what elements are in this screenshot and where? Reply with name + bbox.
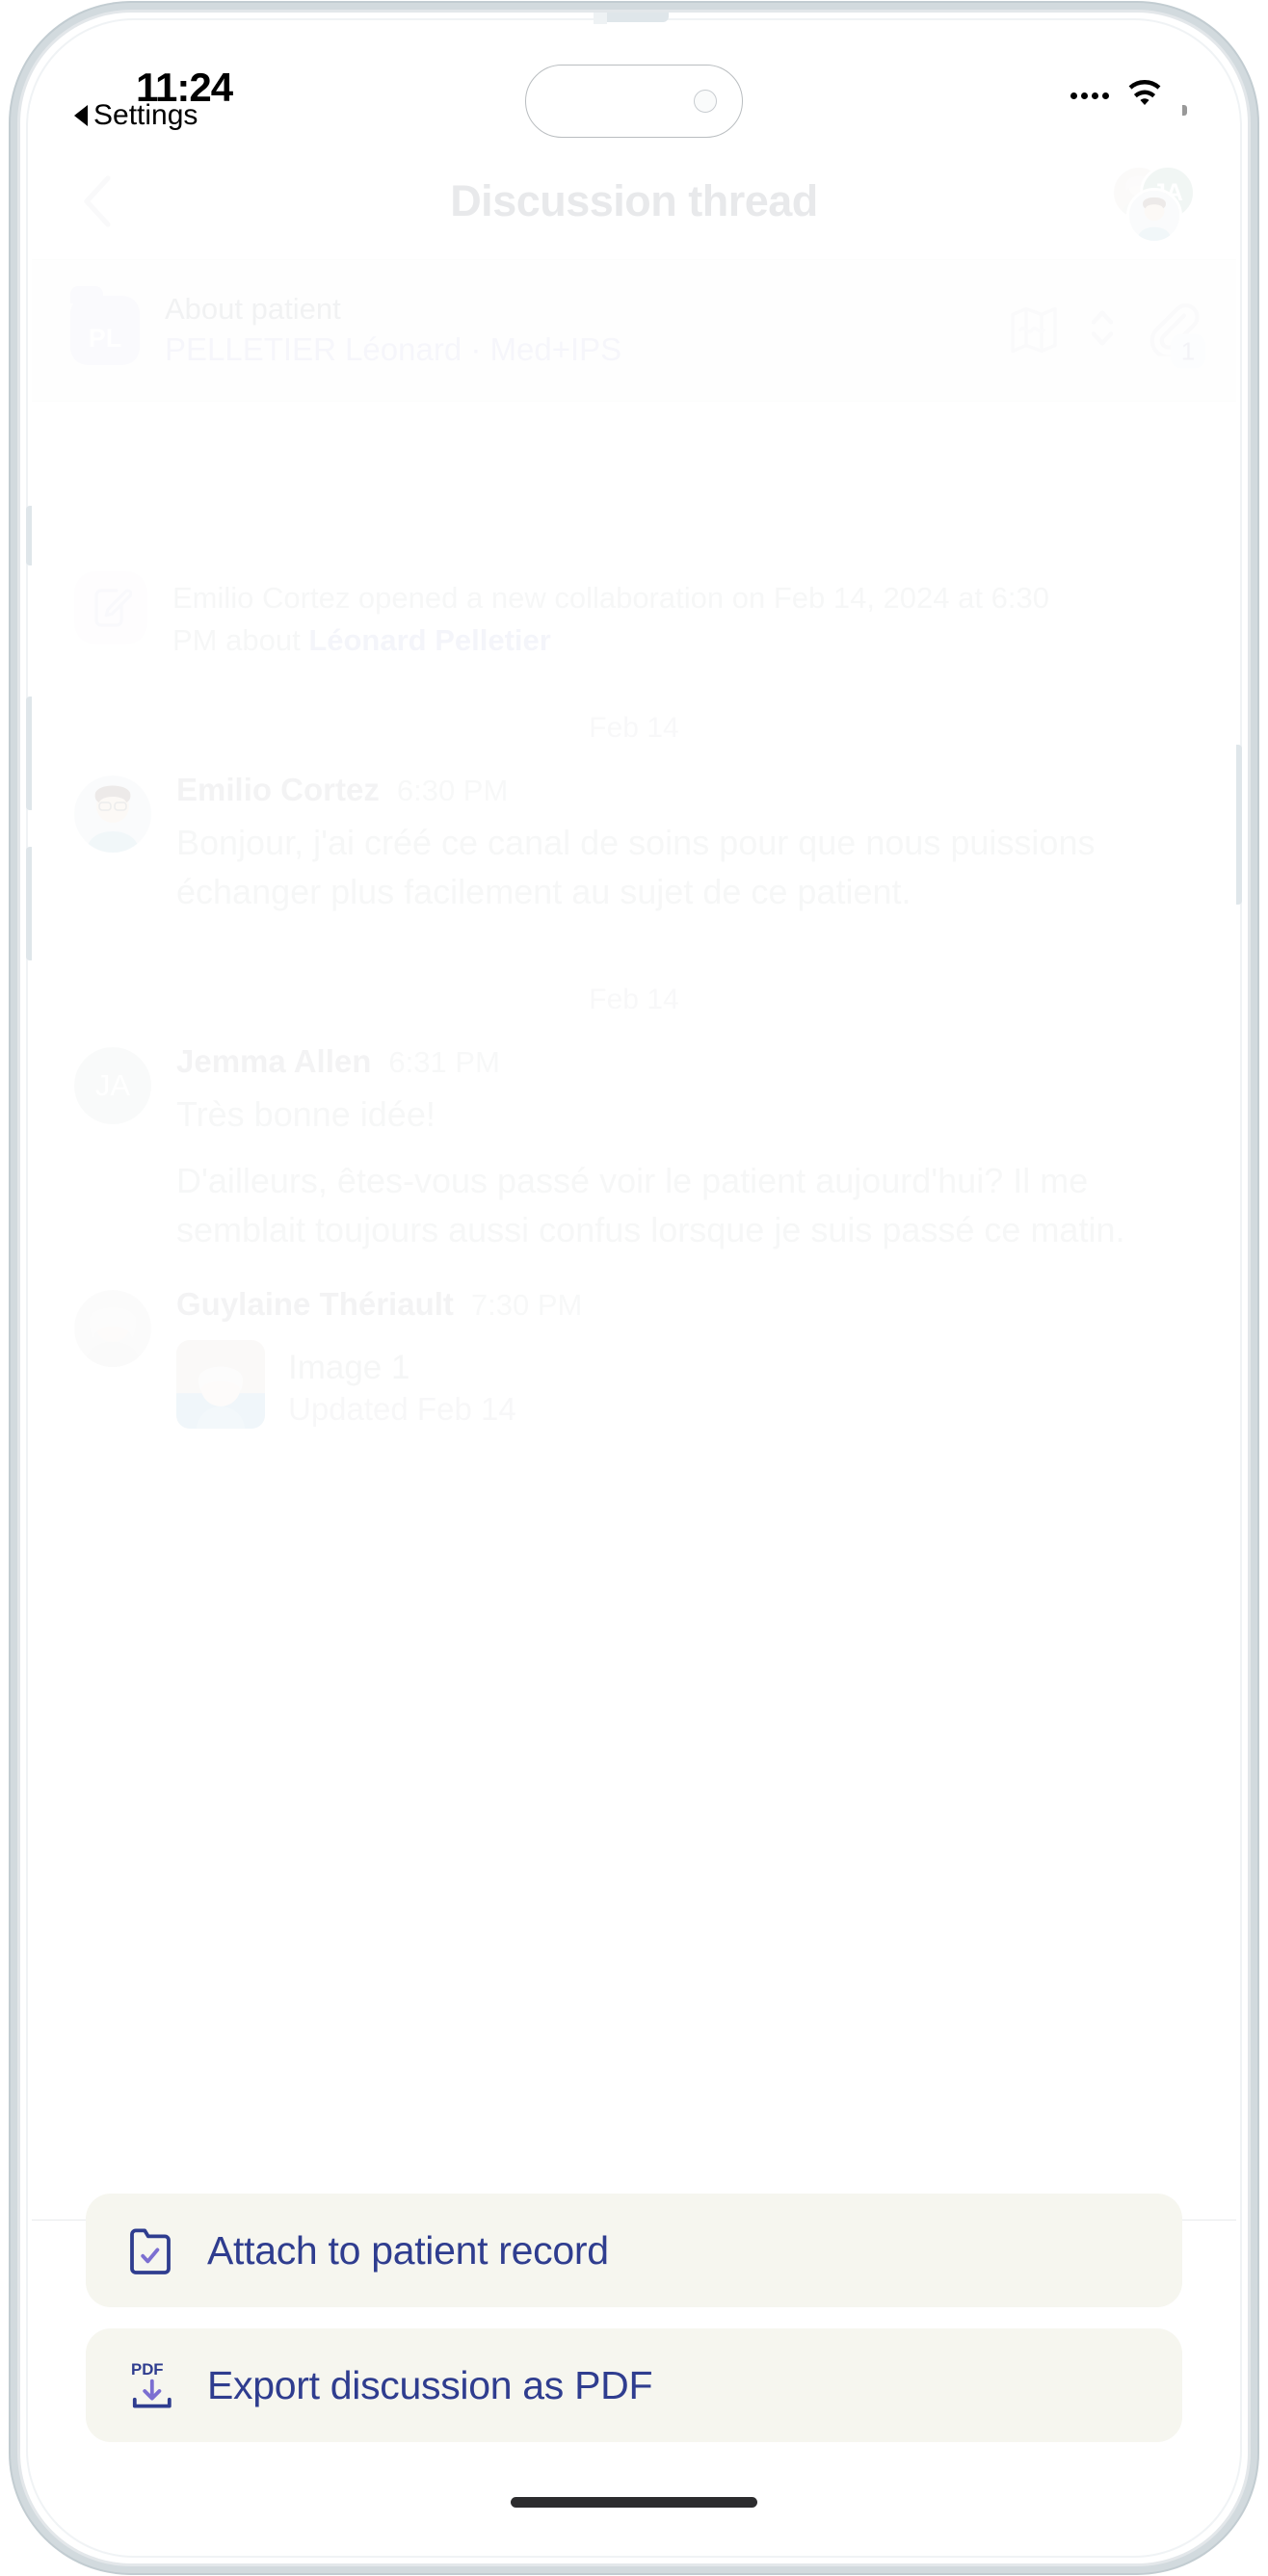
message-time: 6:31 PM (388, 1045, 500, 1080)
system-event-text: Emilio Cortez opened a new collaboration… (172, 571, 1078, 662)
wifi-icon (1124, 79, 1165, 113)
export-discussion-as-pdf-button[interactable]: PDF Export discussion as PDF (86, 2328, 1182, 2442)
message-body: Guylaine Thériault 7:30 PM Image 1 Updat… (176, 1286, 1194, 1431)
message-header: Emilio Cortez 6:30 PM (176, 772, 1194, 808)
message-item: JA Jemma Allen 6:31 PM Très bonne idée! … (74, 1043, 1194, 1272)
triangle-left-icon (74, 105, 88, 126)
care-plan-map-icon[interactable] (1007, 302, 1061, 360)
message-header: Guylaine Thériault 7:30 PM (176, 1286, 1194, 1323)
dimmed-content-layer: Discussion thread JA PL About patient PE… (32, 144, 1236, 2309)
date-separator: Feb 14 (589, 712, 679, 745)
message-header: Jemma Allen 6:31 PM (176, 1043, 1194, 1080)
status-bar: 11:24 Settings (32, 24, 1236, 144)
action-sheet: Attach to patient record PDF Export disc… (32, 2194, 1236, 2463)
patient-separator: · (470, 330, 482, 367)
patient-text-block: About patient PELLETIER Léonard · Med+IP… (165, 290, 621, 372)
message-body: Emilio Cortez 6:30 PM Bonjour, j'ai créé… (176, 772, 1194, 933)
attachment-subtitle: Updated Feb 14 (288, 1391, 516, 1428)
message-author: Emilio Cortez (176, 772, 380, 808)
message-author: Jemma Allen (176, 1043, 372, 1080)
patient-context-bar[interactable]: PL About patient PELLETIER Léonard · Med… (32, 259, 1236, 402)
attachment-name: Image 1 (288, 1348, 410, 1386)
note-edit-icon (74, 571, 147, 644)
patient-folder-icon: PL (70, 286, 140, 365)
phone-frame: 11:24 Settings Discussion thread JA PL A… (17, 10, 1251, 2566)
message-time: 6:30 PM (396, 774, 509, 808)
message-item: Emilio Cortez 6:30 PM Bonjour, j'ai créé… (74, 772, 1194, 933)
attachment-count-badge: 1 (1171, 333, 1205, 369)
patient-photo-thumb (176, 1339, 265, 1429)
message-text: Bonjour, j'ai créé ce canal de soins pou… (176, 823, 1096, 912)
page-title: Discussion thread (450, 176, 818, 225)
patient-name-line: PELLETIER Léonard · Med+IPS (165, 329, 621, 372)
message-text: D'ailleurs, êtes-vous passé voir le pati… (176, 1161, 1125, 1250)
message-time: 7:30 PM (470, 1287, 583, 1322)
cellular-dots-icon (1070, 92, 1109, 99)
discussion-thread: Emilio Cortez opened a new collaboration… (32, 571, 1236, 1431)
avatar-initials[interactable]: JA (74, 1047, 151, 1125)
patient-record-tag: Med+IPS (489, 330, 622, 367)
date-separator: Feb 14 (589, 984, 679, 1016)
status-icons (1070, 79, 1187, 116)
phone-screen: 11:24 Settings Discussion thread JA PL A… (32, 24, 1236, 2552)
attach-to-patient-record-label: Attach to patient record (207, 2227, 609, 2273)
attach-to-patient-record-button[interactable]: Attach to patient record (86, 2194, 1182, 2307)
frame-antenna-top (599, 13, 669, 22)
patient-folder-initials: PL (88, 324, 122, 353)
chevron-up-down-icon[interactable] (1086, 302, 1119, 360)
system-event-subject: Léonard Pelletier (308, 623, 551, 658)
message-body: Jemma Allen 6:31 PM Très bonne idée! D'a… (176, 1043, 1194, 1272)
message-text: Très bonne idée! (176, 1094, 436, 1135)
patient-about-label: About patient (165, 291, 341, 326)
patient-name: PELLETIER Léonard (165, 330, 462, 367)
back-to-settings-button[interactable]: Settings (74, 99, 198, 132)
patient-bar-actions: 1 (1007, 301, 1205, 369)
system-event-text-main: Emilio Cortez opened a new collaboration… (172, 581, 1049, 658)
avatar (1126, 188, 1182, 244)
system-event: Emilio Cortez opened a new collaboration… (74, 571, 1194, 662)
svg-text:PDF: PDF (131, 2360, 164, 2379)
pdf-download-icon: PDF (126, 2358, 178, 2412)
dynamic-island (525, 65, 743, 138)
navigation-bar: Discussion thread JA (32, 144, 1236, 259)
attachment-meta: Image 1 Updated Feb 14 (288, 1340, 516, 1431)
export-discussion-as-pdf-label: Export discussion as PDF (207, 2362, 653, 2407)
folder-check-icon (126, 2223, 178, 2277)
back-to-settings-label: Settings (93, 99, 198, 131)
front-camera-icon (694, 90, 717, 113)
avatar[interactable] (74, 775, 151, 854)
home-indicator[interactable] (511, 2497, 757, 2508)
attachment-item[interactable]: Image 1 Updated Feb 14 (176, 1339, 1194, 1431)
avatar[interactable] (74, 1289, 151, 1367)
attachments-button[interactable]: 1 (1144, 301, 1205, 369)
avatar-initials-label: JA (94, 1068, 131, 1103)
participants-avatar-stack[interactable]: JA (1111, 163, 1203, 244)
message-author: Guylaine Thériault (176, 1285, 454, 1322)
message-item: Guylaine Thériault 7:30 PM Image 1 Updat… (74, 1286, 1194, 1431)
